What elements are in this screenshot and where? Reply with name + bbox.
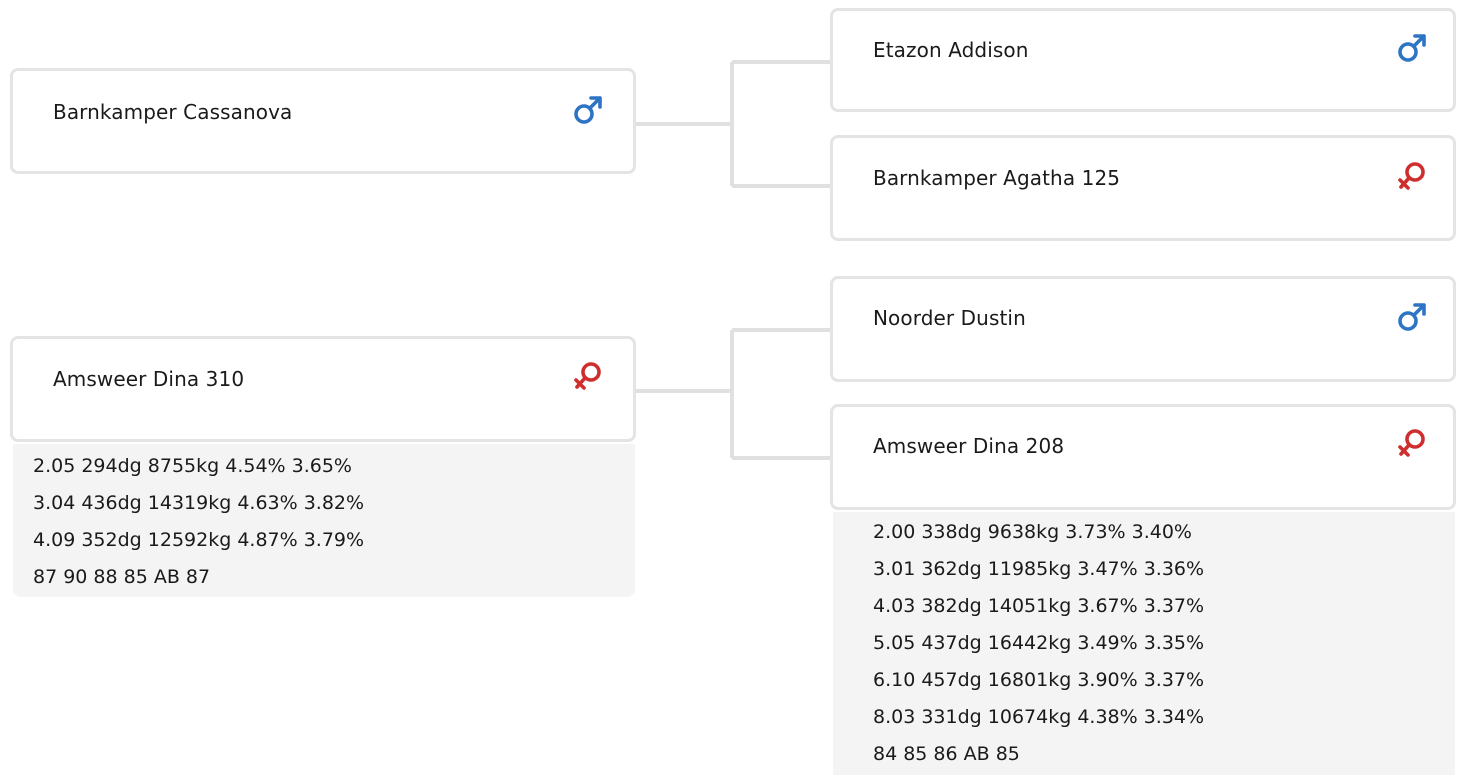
card-dam-stats: 2.05 294dg 8755kg 4.54% 3.65% 3.04 436dg… — [13, 444, 635, 597]
card-name: Etazon Addison — [873, 38, 1029, 62]
stats-line: 4.03 382dg 14051kg 3.67% 3.37% — [873, 595, 1205, 617]
stats-line: 2.00 338dg 9638kg 3.73% 3.40% — [873, 521, 1192, 543]
card-dam-sire[interactable]: Noorder Dustin — [830, 276, 1456, 382]
stats-line: 8.03 331dg 10674kg 4.38% 3.34% — [873, 706, 1205, 728]
stats-line: 87 90 88 85 AB 87 — [33, 566, 211, 588]
female-icon — [574, 362, 601, 390]
pedigree-canvas: Barnkamper Cassanova Etazon Addison Barn… — [0, 0, 1461, 775]
card-name: Barnkamper Agatha 125 — [873, 166, 1121, 190]
card-sire-sire[interactable]: Etazon Addison — [830, 8, 1456, 112]
card-name: Barnkamper Cassanova — [53, 100, 293, 124]
card-sire[interactable]: Barnkamper Cassanova — [10, 68, 636, 174]
card-name: Amsweer Dina 208 — [873, 434, 1065, 458]
card-dam[interactable]: Amsweer Dina 310 — [10, 336, 636, 442]
female-icon — [1398, 162, 1425, 190]
connector-dam — [636, 328, 832, 460]
card-dam-dam-stats: 2.00 338dg 9638kg 3.73% 3.40% 3.01 362dg… — [833, 512, 1455, 775]
male-icon — [1398, 303, 1426, 331]
card-dam-dam[interactable]: Amsweer Dina 208 — [830, 404, 1456, 510]
stats-line: 84 85 86 AB 85 — [873, 743, 1020, 765]
card-name: Amsweer Dina 310 — [53, 367, 245, 391]
male-icon — [1398, 34, 1426, 62]
stats-line: 4.09 352dg 12592kg 4.87% 3.79% — [33, 529, 365, 551]
stats-line: 2.05 294dg 8755kg 4.54% 3.65% — [33, 455, 352, 477]
card-sire-dam[interactable]: Barnkamper Agatha 125 — [830, 135, 1456, 241]
male-icon — [574, 96, 602, 124]
connector-sire — [636, 60, 832, 188]
stats-line: 6.10 457dg 16801kg 3.90% 3.37% — [873, 669, 1205, 691]
card-name: Noorder Dustin — [873, 306, 1026, 330]
stats-line: 5.05 437dg 16442kg 3.49% 3.35% — [873, 632, 1205, 654]
stats-line: 3.01 362dg 11985kg 3.47% 3.36% — [873, 558, 1205, 580]
stats-line: 3.04 436dg 14319kg 4.63% 3.82% — [33, 492, 365, 514]
female-icon — [1398, 429, 1425, 457]
